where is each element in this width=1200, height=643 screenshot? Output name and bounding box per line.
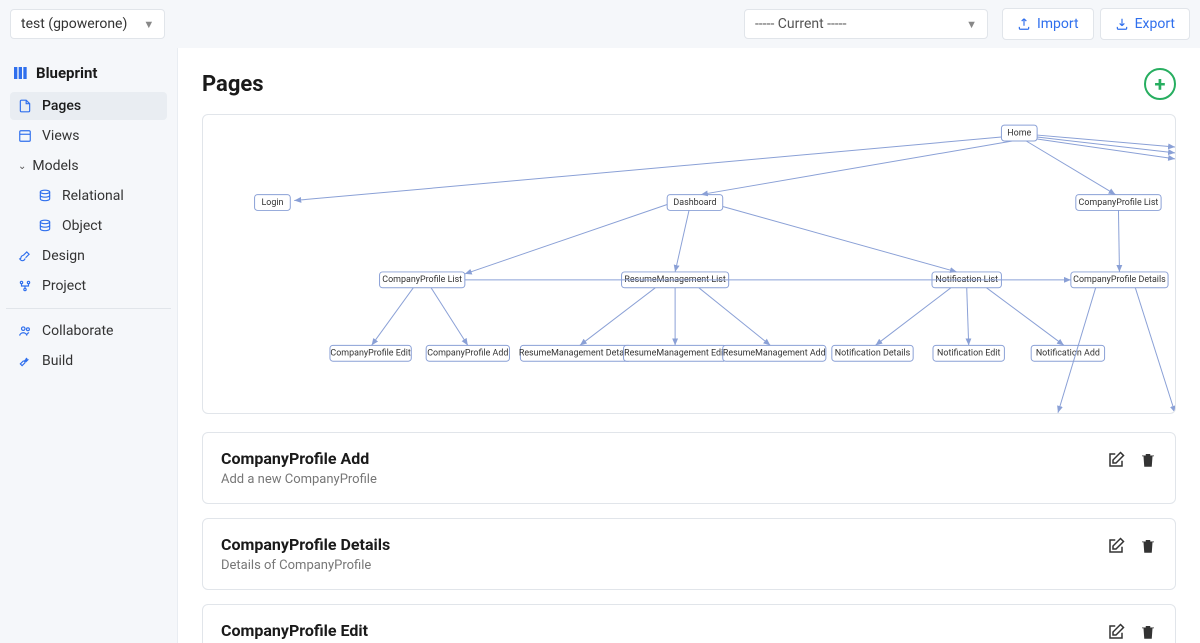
node-login: Login — [261, 198, 283, 208]
plus-icon: + — [1155, 72, 1166, 96]
views-icon — [18, 129, 32, 143]
main-content: Pages + Home Login Dashboard — [178, 48, 1200, 643]
pages-diagram[interactable]: Home Login Dashboard CompanyProfile List… — [202, 114, 1176, 414]
node-cp-add: CompanyProfile Add — [427, 349, 508, 359]
sidebar-item-relational[interactable]: Relational — [30, 182, 167, 210]
edit-icon[interactable] — [1107, 623, 1125, 641]
node-rm-add: ResumeManagement Add — [723, 349, 826, 359]
sidebar-heading-blueprint[interactable]: Blueprint — [6, 56, 171, 90]
project-select-label: test (gpowerone) — [21, 16, 127, 32]
sidebar-heading-label: Blueprint — [36, 64, 97, 82]
diagram-svg: Home Login Dashboard CompanyProfile List… — [203, 115, 1175, 413]
sidebar-item-label: Models — [32, 158, 78, 174]
download-icon — [1115, 17, 1129, 31]
sidebar-item-project[interactable]: Project — [10, 272, 167, 300]
upload-icon — [1017, 17, 1031, 31]
node-cp-list-a: CompanyProfile List — [382, 275, 462, 285]
trash-icon[interactable] — [1139, 537, 1157, 555]
project-select[interactable]: test (gpowerone) ▼ — [10, 9, 165, 39]
topbar: test (gpowerone) ▼ ----- Current ----- ▼… — [0, 0, 1200, 48]
sidebar-item-pages[interactable]: Pages — [10, 92, 167, 120]
node-home: Home — [1007, 128, 1031, 138]
sidebar-item-label: Collaborate — [42, 323, 113, 339]
project-icon — [18, 279, 32, 293]
sidebar-item-object[interactable]: Object — [30, 212, 167, 240]
brush-icon — [18, 249, 32, 263]
export-button[interactable]: Export — [1100, 8, 1190, 40]
page-card-title: CompanyProfile Details — [221, 535, 1107, 554]
current-version-select[interactable]: ----- Current ----- ▼ — [744, 9, 988, 39]
page-card-title: CompanyProfile Add — [221, 449, 1107, 468]
page-card-desc: Details of CompanyProfile — [221, 558, 1107, 573]
node-rm-details: ResumeManagement Details — [519, 349, 634, 359]
divider — [6, 308, 171, 309]
node-cp-list-b: CompanyProfile List — [1079, 198, 1159, 208]
blueprint-icon — [12, 65, 28, 81]
page-icon — [18, 99, 32, 113]
page-card[interactable]: CompanyProfile Add Add a new CompanyProf… — [202, 432, 1176, 504]
sidebar-item-label: Design — [42, 248, 85, 264]
page-card-desc: Add a new CompanyProfile — [221, 472, 1107, 487]
sidebar-item-collaborate[interactable]: Collaborate — [10, 317, 167, 345]
chevron-down-icon: ⌄ — [18, 161, 26, 172]
chevron-down-icon: ▼ — [143, 18, 154, 31]
sidebar-item-label: Project — [42, 278, 86, 294]
node-cp-details: CompanyProfile Details — [1073, 275, 1166, 285]
chevron-down-icon: ▼ — [966, 18, 977, 31]
edit-icon[interactable] — [1107, 537, 1125, 555]
export-button-label: Export — [1135, 16, 1175, 32]
sidebar-item-label: Views — [42, 128, 80, 144]
node-rm-edit: ResumeManagement Edit — [624, 349, 726, 359]
sidebar-item-label: Build — [42, 353, 73, 369]
page-card[interactable]: CompanyProfile Details Details of Compan… — [202, 518, 1176, 590]
trash-icon[interactable] — [1139, 623, 1157, 641]
sidebar-item-views[interactable]: Views — [10, 122, 167, 150]
people-icon — [18, 324, 32, 338]
import-button[interactable]: Import — [1002, 8, 1094, 40]
node-notif-details: Notification Details — [835, 349, 911, 359]
node-cp-edit: CompanyProfile Edit — [330, 349, 410, 359]
sidebar-item-label: Object — [62, 218, 102, 234]
page-title: Pages — [202, 72, 264, 97]
database-icon — [38, 189, 52, 203]
node-notif-add: Notification Add — [1036, 349, 1100, 359]
node-dashboard: Dashboard — [673, 198, 716, 208]
sidebar-item-label: Relational — [62, 188, 124, 204]
node-notif-edit: Notification Edit — [937, 349, 1000, 359]
trash-icon[interactable] — [1139, 451, 1157, 469]
add-page-button[interactable]: + — [1144, 68, 1176, 100]
import-button-label: Import — [1037, 16, 1079, 32]
sidebar: Blueprint Pages Views ⌄ Models Relationa… — [0, 48, 178, 643]
edit-icon[interactable] — [1107, 451, 1125, 469]
database-icon — [38, 219, 52, 233]
sidebar-item-build[interactable]: Build — [10, 347, 167, 375]
page-card[interactable]: CompanyProfile Edit Edit a CompanyProfil… — [202, 604, 1176, 643]
sidebar-item-design[interactable]: Design — [10, 242, 167, 270]
wrench-icon — [18, 354, 32, 368]
sidebar-item-label: Pages — [42, 98, 81, 114]
page-card-title: CompanyProfile Edit — [221, 621, 1107, 640]
sidebar-item-models[interactable]: ⌄ Models — [10, 152, 167, 180]
current-select-label: ----- Current ----- — [755, 16, 847, 32]
